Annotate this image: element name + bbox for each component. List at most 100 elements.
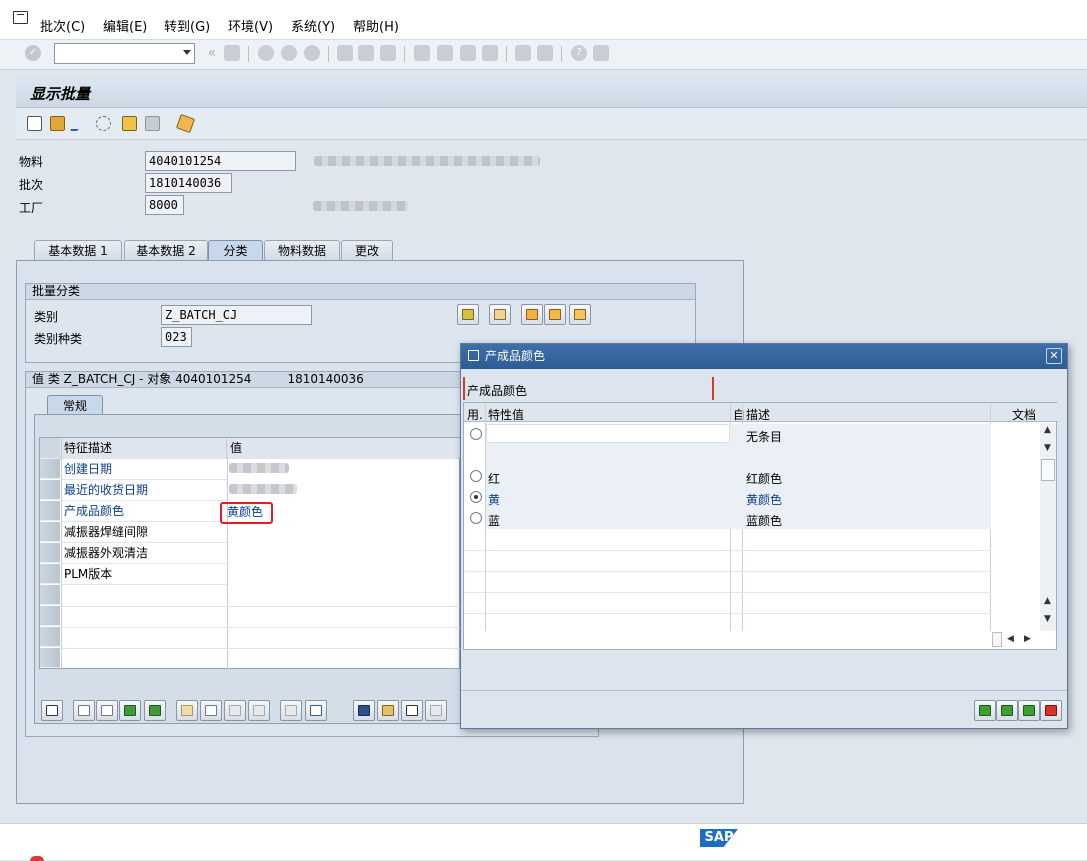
scroll-left-icon[interactable]: ◀ [1007, 634, 1014, 644]
menu-help[interactable]: 帮助(H) [353, 16, 399, 35]
layout-menu-icon[interactable] [593, 45, 609, 61]
details-button[interactable] [41, 700, 63, 721]
column-header-value[interactable]: 值 [228, 438, 458, 459]
columns-button[interactable] [401, 700, 423, 721]
row-selector[interactable] [40, 606, 60, 626]
finished-product-color-value[interactable]: 黄颜色 [220, 502, 273, 524]
cut-button[interactable] [176, 700, 198, 721]
scroll-down-icon[interactable]: ▼ [1044, 614, 1051, 624]
previous-page-icon[interactable] [437, 45, 453, 61]
new-session-icon[interactable] [515, 45, 531, 61]
table-view-button[interactable] [544, 304, 566, 325]
copy-button[interactable] [200, 700, 222, 721]
plant-field[interactable]: 8000 [145, 195, 184, 215]
cancel-button[interactable] [1040, 700, 1062, 721]
table-row-characteristic[interactable]: PLM版本 [62, 564, 227, 585]
tab-general[interactable]: 常规 [47, 395, 103, 415]
where-used-icon[interactable] [175, 113, 196, 134]
scroll-down-icon[interactable]: ▼ [1044, 443, 1051, 453]
value-input[interactable] [486, 424, 730, 443]
configure-button[interactable] [425, 700, 447, 721]
info-button[interactable] [305, 700, 327, 721]
column-header-characteristic[interactable]: 特征描述 [62, 438, 227, 459]
add-row-button[interactable] [280, 700, 302, 721]
scroll-up-icon[interactable]: ▲ [1044, 596, 1051, 606]
row-selector[interactable] [40, 648, 60, 668]
first-page-icon[interactable] [414, 45, 430, 61]
scroll-right-icon[interactable]: ▶ [1024, 634, 1031, 644]
tab-changes[interactable]: 更改 [341, 240, 393, 261]
confirm-button[interactable] [974, 700, 996, 721]
cancel-icon[interactable] [304, 45, 320, 61]
horizontal-scroll-thumb[interactable] [992, 632, 1002, 647]
pencil-icon[interactable] [69, 116, 87, 131]
exit-icon[interactable] [281, 45, 297, 61]
row-selector[interactable] [40, 522, 60, 542]
menu-goto[interactable]: 转到(G) [164, 16, 210, 35]
table-row-characteristic[interactable]: 最近的收货日期 [62, 480, 227, 501]
change-icon[interactable] [50, 116, 65, 131]
deselect-all-button[interactable] [1018, 700, 1040, 721]
undo-button[interactable] [377, 700, 399, 721]
last-page-icon[interactable] [482, 45, 498, 61]
row-selector[interactable] [40, 459, 60, 479]
find-button[interactable] [353, 700, 375, 721]
insert-row-button[interactable] [73, 700, 95, 721]
find-icon[interactable] [358, 45, 374, 61]
command-field[interactable] [54, 43, 195, 64]
select-all-button[interactable] [996, 700, 1018, 721]
display-icon[interactable] [96, 116, 111, 131]
menu-environment[interactable]: 环境(V) [228, 16, 273, 35]
details-button[interactable] [489, 304, 511, 325]
batch-field[interactable]: 1810140036 [145, 173, 232, 193]
find-next-icon[interactable] [380, 45, 396, 61]
paste-button[interactable] [224, 700, 246, 721]
save-icon[interactable] [224, 45, 240, 61]
tab-basic-data-2[interactable]: 基本数据 2 [124, 240, 208, 261]
class-field[interactable]: Z_BATCH_CJ [161, 305, 312, 325]
tab-basic-data-1[interactable]: 基本数据 1 [34, 240, 122, 261]
help-icon[interactable]: ? [571, 45, 587, 61]
table-row-characteristic[interactable]: 减振器外观清洁 [62, 543, 227, 564]
material-field[interactable]: 4040101254 [145, 151, 296, 171]
back-icon[interactable] [258, 45, 274, 61]
menu-edit[interactable]: 编辑(E) [103, 16, 147, 35]
chevron-down-icon[interactable] [183, 50, 191, 55]
copy-icon[interactable] [122, 116, 137, 131]
deselect-all-button[interactable] [144, 700, 166, 721]
table-row-characteristic[interactable]: 产成品颜色 [62, 501, 227, 522]
shortcut-icon[interactable] [537, 45, 553, 61]
select-all-rows[interactable] [40, 438, 60, 459]
table-row[interactable] [486, 487, 991, 508]
menu-system[interactable]: 系统(Y) [291, 16, 335, 35]
tab-classification[interactable]: 分类 [208, 240, 263, 261]
row-selector[interactable] [40, 480, 60, 500]
close-icon[interactable]: ✕ [1046, 348, 1062, 364]
menu-batch[interactable]: 批次(C) [40, 16, 85, 35]
window-menu-icon[interactable] [13, 11, 28, 24]
next-page-icon[interactable] [460, 45, 476, 61]
class-type-field[interactable]: 023 [161, 327, 192, 347]
table-row-characteristic[interactable]: 减振器焊缝间隙 [62, 522, 227, 543]
check-button[interactable] [457, 304, 479, 325]
select-all-button[interactable] [119, 700, 141, 721]
enter-icon[interactable]: ✓ [25, 45, 41, 61]
scroll-up-icon[interactable]: ▲ [1044, 425, 1051, 435]
table-row[interactable] [486, 508, 991, 529]
copy-class-button[interactable] [569, 304, 591, 325]
row-selector[interactable] [40, 627, 60, 647]
delete-row-button[interactable] [96, 700, 118, 721]
scroll-thumb[interactable] [1041, 459, 1055, 481]
create-icon[interactable] [27, 116, 42, 131]
row-selector[interactable] [40, 543, 60, 563]
column-header-value[interactable]: 特性值 [488, 406, 524, 423]
radio-option[interactable] [470, 428, 482, 440]
column-header-description[interactable]: 描述 [746, 406, 770, 423]
trash-button[interactable] [248, 700, 270, 721]
table-row[interactable] [486, 466, 991, 487]
insert-line-button[interactable] [521, 304, 543, 325]
radio-option[interactable] [470, 470, 482, 482]
table-row-characteristic[interactable]: 创建日期 [62, 459, 227, 480]
row-selector[interactable] [40, 501, 60, 521]
row-selector[interactable] [40, 585, 60, 605]
